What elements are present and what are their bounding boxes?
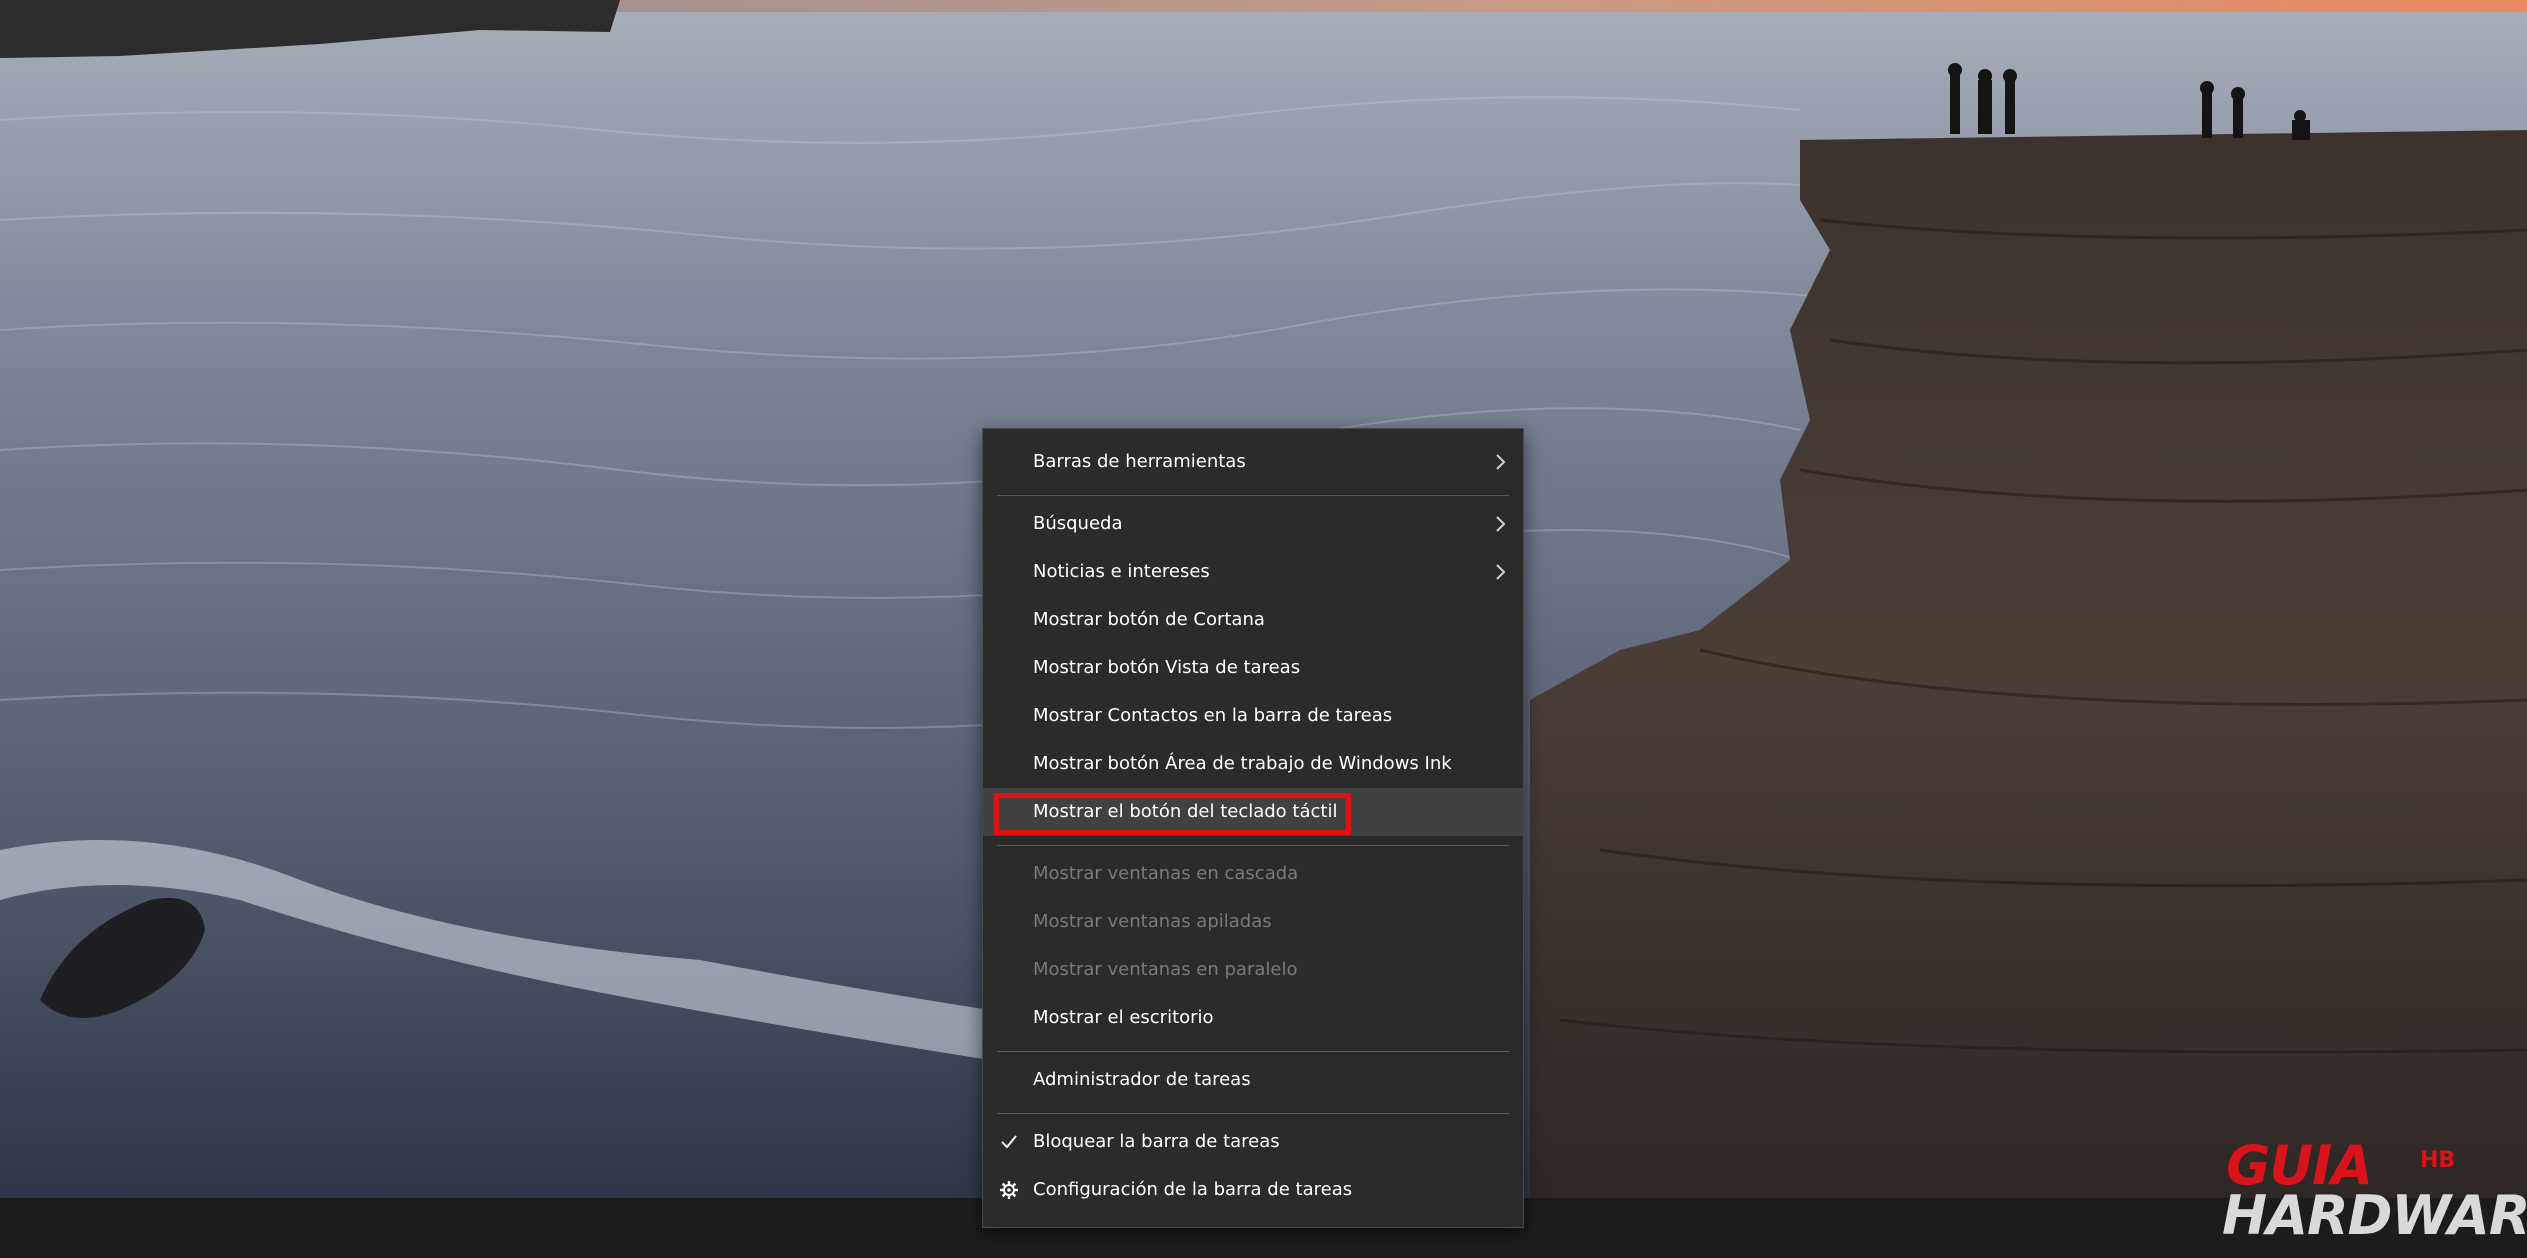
menu-item-lock-taskbar[interactable]: Bloquear la barra de tareas (983, 1118, 1523, 1166)
menu-item-show-contacts[interactable]: Mostrar Contactos en la barra de tareas (983, 692, 1523, 740)
menu-separator (997, 1113, 1509, 1114)
menu-item-show-windows-ink[interactable]: Mostrar botón Área de trabajo de Windows… (983, 740, 1523, 788)
menu-item-show-desktop[interactable]: Mostrar el escritorio (983, 994, 1523, 1042)
menu-item-label: Mostrar botón de Cortana (1033, 609, 1265, 630)
menu-item-show-task-view[interactable]: Mostrar botón Vista de tareas (983, 644, 1523, 692)
guia-hardware-logo: GUIA HB HARDWARE (2222, 1134, 2527, 1247)
menu-item-label: Mostrar ventanas en cascada (1033, 863, 1299, 884)
menu-separator (997, 495, 1509, 496)
menu-item-label: Barras de herramientas (1033, 451, 1246, 472)
menu-separator (997, 845, 1509, 846)
gear-icon (1000, 1181, 1018, 1199)
logo-badge: HB (2420, 1148, 2456, 1173)
checkmark-icon (1001, 1135, 1017, 1149)
menu-item-news-interests[interactable]: Noticias e intereses (983, 548, 1523, 596)
menu-item-toolbars[interactable]: Barras de herramientas (983, 438, 1523, 486)
menu-item-show-cortana[interactable]: Mostrar botón de Cortana (983, 596, 1523, 644)
menu-item-taskbar-settings[interactable]: Configuración de la barra de tareas (983, 1166, 1523, 1214)
menu-item-cascade-windows: Mostrar ventanas en cascada (983, 850, 1523, 898)
menu-item-search[interactable]: Búsqueda (983, 500, 1523, 548)
chevron-right-icon (1496, 454, 1506, 470)
menu-item-label: Administrador de tareas (1033, 1069, 1251, 1090)
menu-item-label: Mostrar ventanas apiladas (1033, 911, 1272, 932)
logo-line-2: HARDWARE (2222, 1184, 2527, 1247)
menu-item-side-by-side-windows: Mostrar ventanas en paralelo (983, 946, 1523, 994)
menu-item-label: Mostrar botón Área de trabajo de Windows… (1033, 753, 1452, 774)
annotation-highlight-box (994, 793, 1351, 835)
menu-item-task-manager[interactable]: Administrador de tareas (983, 1056, 1523, 1104)
chevron-right-icon (1496, 564, 1506, 580)
menu-item-label: Bloquear la barra de tareas (1033, 1131, 1280, 1152)
menu-item-label: Búsqueda (1033, 513, 1123, 534)
menu-item-label: Mostrar ventanas en paralelo (1033, 959, 1298, 980)
menu-item-label: Noticias e intereses (1033, 561, 1210, 582)
menu-item-label: Mostrar Contactos en la barra de tareas (1033, 705, 1393, 726)
menu-item-label: Configuración de la barra de tareas (1033, 1179, 1353, 1200)
menu-separator (997, 1051, 1509, 1052)
menu-item-stacked-windows: Mostrar ventanas apiladas (983, 898, 1523, 946)
chevron-right-icon (1496, 516, 1506, 532)
menu-item-label: Mostrar botón Vista de tareas (1033, 657, 1301, 678)
menu-item-label: Mostrar el escritorio (1033, 1007, 1214, 1028)
